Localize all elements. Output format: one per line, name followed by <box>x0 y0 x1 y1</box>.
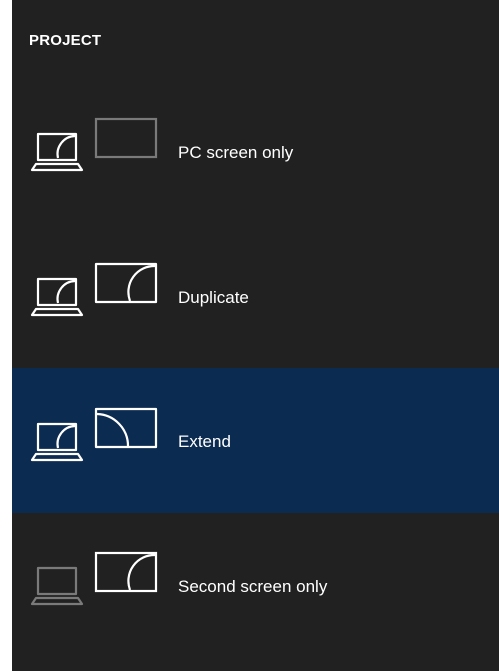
option-pc-screen-only[interactable]: PC screen only <box>12 80 499 225</box>
option-label: Second screen only <box>178 577 328 596</box>
project-panel: PROJECT PC screen only Duplicate Extend … <box>12 0 499 671</box>
option-label: PC screen only <box>178 143 294 162</box>
option-duplicate[interactable]: Duplicate <box>12 225 499 370</box>
second-screen-only-icon <box>30 551 158 606</box>
option-extend[interactable]: Extend <box>12 368 499 513</box>
duplicate-icon <box>30 262 158 317</box>
option-label: Extend <box>178 432 231 451</box>
option-label: Duplicate <box>178 288 249 307</box>
extend-icon <box>30 407 158 462</box>
pc-screen-only-icon <box>30 117 158 172</box>
option-second-screen-only[interactable]: Second screen only <box>12 513 499 658</box>
panel-title: PROJECT <box>29 32 102 49</box>
